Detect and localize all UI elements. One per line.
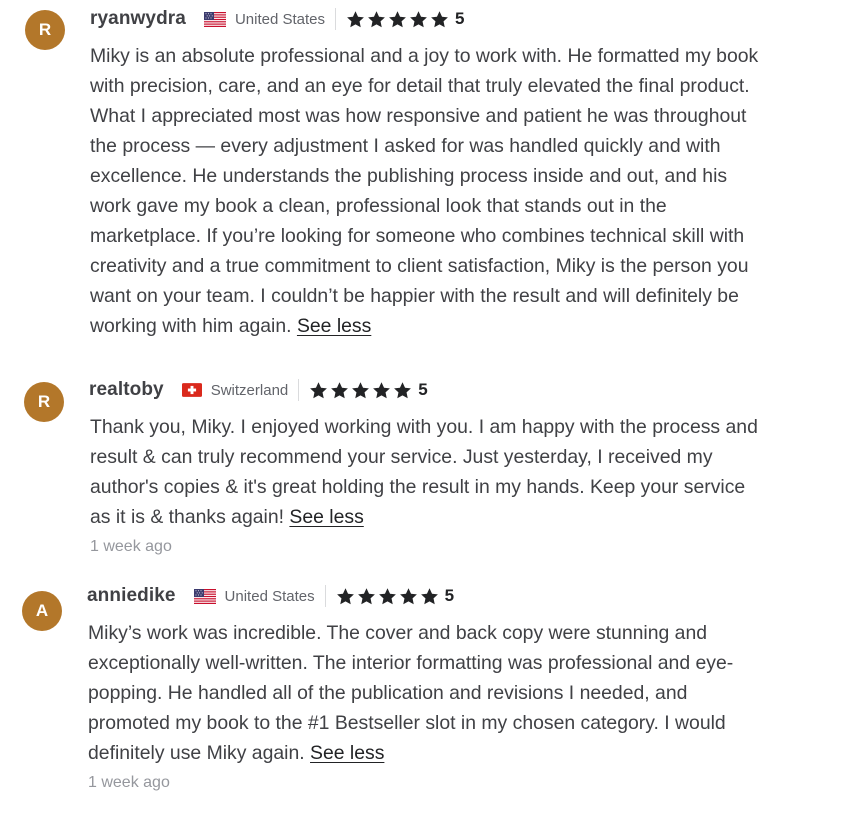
star-icon — [399, 587, 418, 606]
review-item: R realtoby Switzerland 5 Thank you, Miky… — [0, 372, 866, 572]
country-name: United States — [224, 587, 315, 605]
review-header: anniedike United States 5 — [87, 584, 454, 608]
review-text: Miky is an absolute professional and a j… — [90, 41, 758, 341]
star-icon — [388, 10, 407, 29]
review-header: ryanwydra United States 5 — [90, 7, 464, 31]
username[interactable]: ryanwydra — [90, 8, 186, 30]
see-less-link[interactable]: See less — [297, 315, 371, 337]
star-icon — [351, 381, 370, 400]
rating-value: 5 — [418, 380, 428, 399]
star-icon — [393, 381, 412, 400]
divider — [324, 585, 326, 607]
star-icon — [357, 587, 376, 606]
divider — [298, 379, 300, 401]
country-name: Switzerland — [210, 381, 289, 399]
divider — [335, 8, 337, 30]
star-icon — [336, 587, 355, 606]
review-item: R ryanwydra United States 5 Miky is an a… — [0, 0, 866, 350]
username[interactable]: realtoby — [89, 379, 164, 401]
star-icon — [420, 587, 439, 606]
username[interactable]: anniedike — [87, 585, 176, 607]
review-body: Miky is an absolute professional and a j… — [90, 45, 759, 337]
avatar-letter: R — [38, 20, 52, 39]
star-icon — [409, 10, 428, 29]
avatar[interactable]: R — [24, 382, 64, 422]
avatar[interactable]: A — [22, 591, 62, 631]
rating-value: 5 — [455, 9, 465, 28]
star-rating: 5 — [336, 586, 454, 606]
country-name: United States — [234, 10, 326, 28]
review-body: Thank you, Miky. I enjoyed working with … — [90, 416, 758, 528]
star-rating: 5 — [346, 9, 464, 29]
us-flag-icon — [204, 12, 226, 27]
star-icon — [367, 10, 386, 29]
review-text: Thank you, Miky. I enjoyed working with … — [90, 412, 758, 532]
review-body: Miky’s work was incredible. The cover an… — [88, 622, 734, 764]
review-item: A anniedike United States 5 Miky’s work … — [0, 579, 866, 809]
avatar-letter: R — [37, 392, 51, 411]
review-time: 1 week ago — [90, 538, 172, 555]
star-icon — [372, 381, 391, 400]
rating-value: 5 — [444, 586, 455, 605]
star-rating: 5 — [309, 380, 428, 400]
avatar-letter: A — [35, 601, 49, 620]
star-icon — [378, 587, 397, 606]
star-icon — [309, 381, 328, 400]
avatar[interactable]: R — [25, 10, 65, 50]
review-header: realtoby Switzerland 5 — [89, 378, 428, 402]
review-time: 1 week ago — [88, 774, 170, 791]
see-less-link[interactable]: See less — [289, 506, 363, 528]
swiss-flag-icon — [182, 383, 202, 397]
see-less-link[interactable]: See less — [310, 742, 384, 764]
us-flag-icon — [194, 589, 216, 604]
star-icon — [330, 381, 349, 400]
review-text: Miky’s work was incredible. The cover an… — [88, 618, 733, 768]
star-icon — [346, 10, 365, 29]
star-icon — [430, 10, 449, 29]
